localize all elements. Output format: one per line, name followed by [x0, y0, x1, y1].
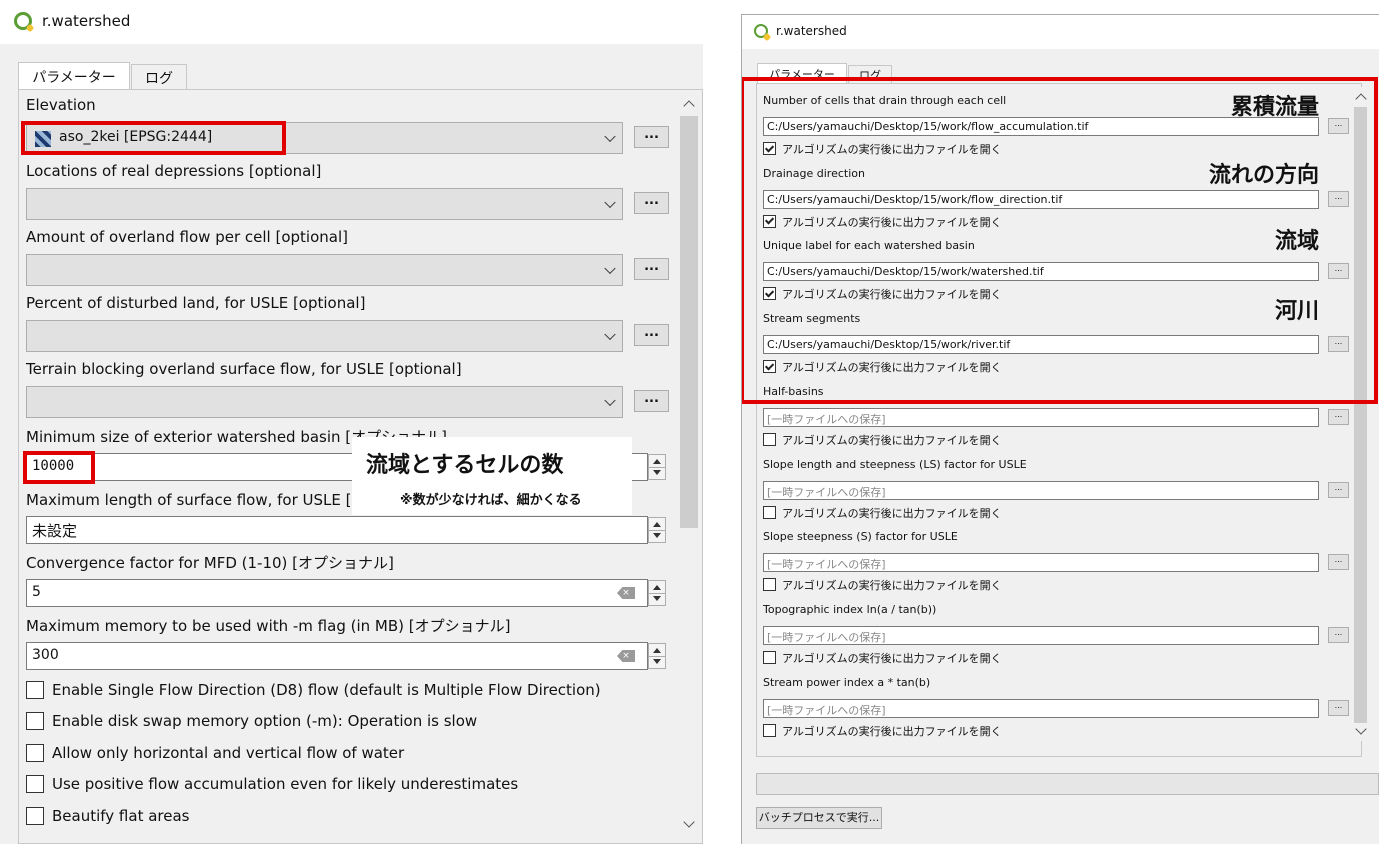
output-path-input[interactable]: [一時ファイルへの保存]: [763, 625, 1319, 645]
disk-swap-label: Enable disk swap memory option (-m): Ope…: [52, 712, 478, 730]
clear-icon[interactable]: ×: [617, 650, 635, 662]
depressions-combo[interactable]: [26, 188, 623, 220]
chevron-down-icon: [604, 394, 616, 407]
convergence-input[interactable]: 5 ×: [26, 579, 648, 607]
open-output-label: アルゴリズムの実行後に出力ファイルを開く: [782, 506, 1002, 520]
memory-input[interactable]: 300 ×: [26, 642, 648, 670]
chevron-down-icon: [604, 328, 616, 341]
output-browse-button[interactable]: ...: [1328, 626, 1349, 643]
cell-count-annotation-title: 流域とするセルの数: [366, 453, 564, 478]
disturbed-label: Percent of disturbed land, for USLE [opt…: [26, 294, 366, 312]
min-size-stepper[interactable]: [648, 454, 666, 480]
outputs-highlight: [742, 77, 1378, 404]
chevron-up-icon[interactable]: [683, 100, 695, 112]
horizontal-flow-label: Allow only horizontal and vertical flow …: [52, 744, 405, 762]
open-output-checkbox[interactable]: [763, 650, 776, 664]
output-path-placeholder: [一時ファイルへの保存]: [767, 412, 886, 426]
cell-count-annotation: 流域とするセルの数 ※数が少なければ、細かくなる: [352, 437, 632, 515]
max-length-input[interactable]: 未設定: [26, 516, 648, 544]
overland-browse-button[interactable]: ...: [634, 258, 669, 280]
open-output-checkbox[interactable]: [763, 723, 776, 737]
output-path-input[interactable]: [一時ファイルへの保存]: [763, 480, 1319, 500]
memory-value: 300: [32, 647, 59, 663]
open-output-label: アルゴリズムの実行後に出力ファイルを開く: [782, 651, 1002, 665]
overland-combo[interactable]: [26, 254, 623, 286]
disk-swap-checkbox[interactable]: [26, 712, 44, 730]
depressions-browse-button[interactable]: ...: [634, 192, 669, 214]
output-browse-button[interactable]: ...: [1328, 481, 1349, 498]
output-path-input[interactable]: [一時ファイルへの保存]: [763, 553, 1319, 573]
qgis-logo-icon: [754, 24, 768, 38]
overland-label: Amount of overland flow per cell [option…: [26, 228, 348, 246]
output-path-placeholder: [一時ファイルへの保存]: [767, 630, 886, 644]
beautify-checkbox[interactable]: [26, 807, 44, 825]
horizontal-flow-checkbox[interactable]: [26, 744, 44, 762]
memory-label: Maximum memory to be used with -m flag (…: [26, 617, 511, 635]
d8-flow-label: Enable Single Flow Direction (D8) flow (…: [52, 681, 601, 699]
open-output-label: アルゴリズムの実行後に出力ファイルを開く: [782, 724, 1002, 738]
open-output-label: アルゴリズムの実行後に出力ファイルを開く: [782, 433, 1002, 447]
max-length-value: 未設定: [32, 522, 78, 540]
output-path-placeholder: [一時ファイルへの保存]: [767, 703, 886, 717]
left-title-bar: r.watershed: [0, 0, 703, 44]
open-output-checkbox[interactable]: [763, 505, 776, 519]
clear-icon[interactable]: ×: [617, 587, 635, 599]
output-path-placeholder: [一時ファイルへの保存]: [767, 558, 886, 572]
elevation-browse-button[interactable]: ...: [634, 126, 669, 148]
d8-flow-checkbox[interactable]: [26, 681, 44, 699]
max-length-stepper[interactable]: [648, 517, 666, 543]
output-label: Slope steepness (S) factor for USLE: [763, 530, 958, 544]
batch-process-button[interactable]: バッチプロセスで実行...: [756, 807, 882, 829]
blocking-label: Terrain blocking overland surface flow, …: [26, 360, 462, 378]
progress-bar: [756, 773, 1379, 795]
left-window-title: r.watershed: [42, 12, 131, 30]
positive-accum-label: Use positive flow accumulation even for …: [52, 775, 519, 793]
beautify-label: Beautify flat areas: [52, 807, 190, 825]
chevron-down-icon: [604, 130, 616, 143]
output-label: Slope length and steepness (LS) factor f…: [763, 457, 1027, 471]
chevron-down-icon: [604, 262, 616, 275]
memory-stepper[interactable]: [648, 643, 666, 669]
output-browse-button[interactable]: ...: [1328, 699, 1349, 716]
left-tab-parameters-label: パラメーター: [32, 70, 116, 86]
elevation-highlight: [21, 121, 286, 155]
convergence-label: Convergence factor for MFD (1-10) [オプショナ…: [26, 554, 394, 572]
left-dialog: r.watershed パラメーター ログ Elevation aso_2kei…: [0, 0, 703, 844]
open-output-checkbox[interactable]: [763, 432, 776, 446]
batch-process-label: バッチプロセスで実行...: [758, 811, 880, 824]
right-title-bar: r.watershed: [742, 15, 1379, 49]
elevation-label: Elevation: [26, 96, 96, 114]
left-tab-log-label: ログ: [145, 71, 173, 87]
blocking-browse-button[interactable]: ...: [634, 390, 669, 412]
cell-count-annotation-sub: ※数が少なければ、細かくなる: [400, 493, 582, 508]
output-browse-button[interactable]: ...: [1328, 554, 1349, 571]
depressions-label: Locations of real depressions [optional]: [26, 162, 322, 180]
output-path-input[interactable]: [一時ファイルへの保存]: [763, 698, 1319, 718]
left-tab-parameters[interactable]: パラメーター: [18, 62, 130, 89]
positive-accum-checkbox[interactable]: [26, 775, 44, 793]
output-browse-button[interactable]: ...: [1328, 408, 1349, 425]
convergence-value: 5: [32, 584, 41, 600]
open-output-checkbox[interactable]: [763, 578, 776, 592]
min-size-highlight: [23, 451, 95, 484]
right-dialog: r.watershed パラメーター ログ Number of cells th…: [741, 14, 1379, 844]
output-label: Topographic index ln(a / tan(b)): [763, 602, 937, 616]
left-scrollbar-thumb[interactable]: [680, 116, 698, 528]
open-output-label: アルゴリズムの実行後に出力ファイルを開く: [782, 579, 1002, 593]
left-scrollbar[interactable]: [678, 92, 700, 838]
output-path-placeholder: [一時ファイルへの保存]: [767, 485, 886, 499]
convergence-stepper[interactable]: [648, 580, 666, 606]
blocking-combo[interactable]: [26, 386, 623, 418]
disturbed-combo[interactable]: [26, 320, 623, 352]
disturbed-browse-button[interactable]: ...: [634, 324, 669, 346]
qgis-logo-icon: [14, 12, 32, 30]
output-label: Stream power index a * tan(b): [763, 675, 931, 689]
left-tab-log[interactable]: ログ: [131, 64, 187, 89]
chevron-down-icon[interactable]: [683, 816, 695, 828]
chevron-down-icon[interactable]: [1355, 723, 1367, 735]
output-path-input[interactable]: [一時ファイルへの保存]: [763, 407, 1319, 427]
chevron-down-icon: [604, 196, 616, 209]
right-window-title: r.watershed: [776, 24, 847, 38]
